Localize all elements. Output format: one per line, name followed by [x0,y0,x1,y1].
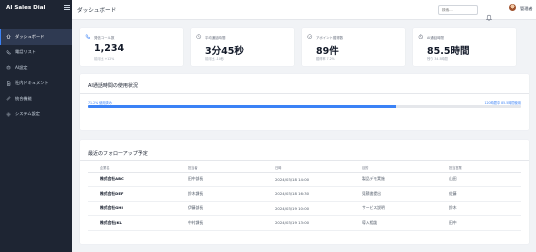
followup-card: 最近のフォローアップ予定 企業名 担当者 日時 目的 担当営業 株式会社ABC … [80,140,529,244]
usage-title: AI通話時間の使用状況 [88,83,138,89]
sidebar-nav: ダッシュボード 電話リスト AI設定 社内ドキュメント 統合機能 システム設定 [0,29,72,122]
stat-sub: 前月比 -10秒 [205,56,224,61]
app-brand: AI Sales Dial [6,5,46,11]
sidebar-item-label: AI設定 [15,64,28,70]
sidebar-item-label: 統合機能 [15,95,32,101]
column-header: 目的 [350,164,437,173]
cell-company: 株式会社JKL [88,215,176,231]
cell-purpose: 導入相談 [350,215,437,231]
cell-purpose: 製品デモ実施 [350,172,437,187]
bell-icon[interactable] [485,6,493,21]
cell-datetime: 2024/03/18 14:00 [263,172,350,187]
sidebar-header: AI Sales Dial [6,5,70,15]
phone-icon [6,50,11,55]
table-header-row: 企業名 担当者 日時 目的 担当営業 [88,164,521,173]
cell-sales-rep: 山田 [437,172,521,187]
table-row[interactable]: 株式会社GHI 伊藤部長 2024/03/19 10:00 サービス説明 鈴木 [88,201,521,216]
phone-icon [85,34,91,40]
search-input[interactable] [438,5,478,15]
cell-contact: 伊藤部長 [176,201,263,216]
ai-usage-card: AI通話時間の使用状況 71.2% 使用済み 120時間中 85.5時間使用 [80,74,529,130]
menu-toggle-icon[interactable] [64,5,70,11]
cell-sales-rep: 鈴木 [437,201,521,216]
sidebar-item-phone-list[interactable]: 電話リスト [0,45,72,61]
stat-value: 1,234 [94,43,125,54]
stat-label: 発信コール数 [94,36,115,40]
timer-icon [418,33,424,40]
stat-label: AI通話時間 [427,36,444,40]
home-icon [6,34,11,39]
cell-sales-rep: 佐藤 [437,186,521,202]
cell-purpose: サービス説明 [350,201,437,216]
column-header: 日時 [263,164,350,173]
link-icon [6,96,11,101]
table-row[interactable]: 株式会社JKL 中村課長 2024/03/19 13:00 導入相談 田中 [88,215,521,231]
column-header: 企業名 [88,164,176,173]
stat-card-appointments: アポイント獲得数 89件 獲得率 7.2% [302,28,405,66]
cell-contact: 鈴木課長 [176,186,263,202]
clock-icon [196,33,202,40]
user-name[interactable]: 管理者 [520,6,533,12]
cell-datetime: 2024/03/19 13:00 [263,215,350,231]
sidebar-item-label: ダッシュボード [15,33,45,39]
sidebar-item-label: 電話リスト [15,49,36,55]
divider [80,160,529,161]
calendar-check-icon [307,33,313,40]
ai-settings-icon [6,65,11,70]
cell-datetime: 2024/03/18 16:30 [263,186,350,202]
sidebar-item-dashboard[interactable]: ダッシュボード [0,29,72,45]
followup-title: 最近のフォローアップ予定 [88,151,148,157]
sidebar-item-documents[interactable]: 社内ドキュメント [0,76,72,92]
stat-label: アポイント獲得数 [316,36,344,40]
gear-icon [6,112,11,117]
sidebar: AI Sales Dial ダッシュボード 電話リスト AI設定 社内ドキュメン… [0,0,72,252]
stat-card-avg-duration: 平均通話時間 3分45秒 前月比 -10秒 [191,28,294,66]
table-row[interactable]: 株式会社DEF 鈴木課長 2024/03/18 16:30 見積書提出 佐藤 [88,186,521,202]
sidebar-item-ai-settings[interactable]: AI設定 [0,60,72,76]
stat-sub: 前月比 +12% [94,56,115,61]
cell-contact: 中村課長 [176,215,263,231]
cell-company: 株式会社GHI [88,201,176,216]
top-bar: ダッシュボード 管理者 [72,0,536,21]
column-header: 担当者 [176,164,263,173]
column-header: 担当営業 [437,164,521,173]
cell-purpose: 見積書提出 [350,186,437,202]
usage-progress-fill [88,105,397,108]
cell-contact: 田中部長 [176,172,263,187]
stat-label: 平均通話時間 [205,36,226,40]
stat-sub: 獲得率 7.2% [316,56,335,61]
document-icon [6,81,11,86]
main-content: 発信コール数 1,234 前月比 +12% 平均通話時間 3分45秒 前月比 -… [72,20,536,252]
usage-progress-bar [88,105,521,108]
divider [80,93,529,94]
stat-card-calls: 発信コール数 1,234 前月比 +12% [80,28,183,66]
table-row[interactable]: 株式会社ABC 田中部長 2024/03/18 14:00 製品デモ実施 山田 [88,172,521,187]
sidebar-item-label: 社内ドキュメント [15,80,49,86]
sidebar-item-system-settings[interactable]: システム設定 [0,107,72,123]
cell-datetime: 2024/03/19 10:00 [263,201,350,216]
stat-sub: 残り 34.5時間 [427,56,448,61]
cell-company: 株式会社ABC [88,172,176,187]
sidebar-item-integrations[interactable]: 統合機能 [0,91,72,107]
avatar[interactable] [509,4,516,11]
stat-card-ai-time: AI通話時間 85.5時間 残り 34.5時間 [413,28,516,66]
cell-sales-rep: 田中 [437,215,521,231]
sidebar-item-label: システム設定 [15,111,40,117]
followup-table: 企業名 担当者 日時 目的 担当営業 株式会社ABC 田中部長 2024/03/… [88,164,521,231]
page-title: ダッシュボード [77,8,117,14]
cell-company: 株式会社DEF [88,186,176,202]
